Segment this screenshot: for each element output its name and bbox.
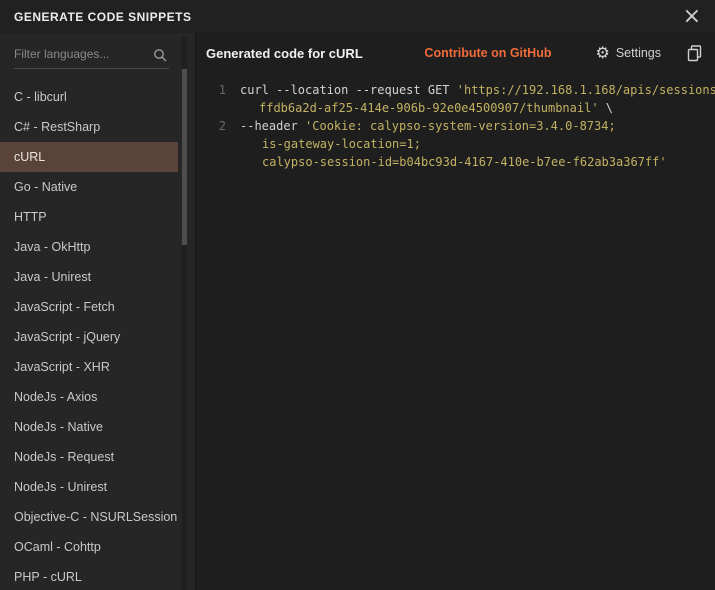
sidebar-item-nodejs-request[interactable]: NodeJs - Request [0,442,178,472]
generated-code-title: Generated code for cURL [206,46,363,61]
code-line: --header 'Cookie: calypso-system-version… [226,117,616,135]
code-segment-string: 'Cookie: calypso-system-version=3.4.0-87… [305,119,616,133]
copy-icon[interactable] [687,45,703,62]
code-panel: Generated code for cURL Contribute on Gi… [196,33,715,590]
settings-button[interactable]: ⚙ Settings [595,45,661,61]
gear-icon: ⚙ [595,45,609,61]
code-segment-plain: --header [240,119,305,133]
code-segment-string: is-gateway-location=1; [262,137,421,151]
generate-code-snippets-dialog: GENERATE CODE SNIPPETS × C - libcurlC# -… [0,0,715,590]
line-number [204,135,226,153]
code-snippet: 1curl --location --request GET 'https://… [196,73,715,590]
sidebar-item-nodejs-unirest[interactable]: NodeJs - Unirest [0,472,178,502]
code-line: ffdb6a2d-af25-414e-906b-92e0e4500907/thu… [226,99,613,117]
dialog-title: GENERATE CODE SNIPPETS [14,10,191,24]
line-number: 1 [204,81,226,99]
code-line: calypso-session-id=b04bc93d-4167-410e-b7… [226,153,667,171]
line-number [204,153,226,171]
sidebar-item-java-okhttp[interactable]: Java - OkHttp [0,232,178,262]
sidebar-item-c-restsharp[interactable]: C# - RestSharp [0,112,178,142]
settings-label: Settings [616,46,661,60]
dialog-titlebar: GENERATE CODE SNIPPETS × [0,0,715,33]
sidebar-item-javascript-fetch[interactable]: JavaScript - Fetch [0,292,178,322]
code-segment-plain: curl --location --request GET [240,83,457,97]
code-segment-plain: \ [599,101,613,115]
sidebar-item-c-libcurl[interactable]: C - libcurl [0,82,178,112]
sidebar-item-ocaml-cohttp[interactable]: OCaml - Cohttp [0,532,178,562]
code-line: curl --location --request GET 'https://1… [226,81,715,99]
sidebar-item-curl[interactable]: cURL [0,142,178,172]
sidebar-item-go-native[interactable]: Go - Native [0,172,178,202]
close-icon[interactable]: × [683,7,701,27]
code-row: ffdb6a2d-af25-414e-906b-92e0e4500907/thu… [204,99,705,117]
line-number: 2 [204,117,226,135]
search-icon [153,48,167,62]
sidebar-item-php-curl[interactable]: PHP - cURL [0,562,178,590]
language-list: C - libcurlC# - RestSharpcURLGo - Native… [0,82,178,590]
sidebar-item-objective-c-nsurlsession[interactable]: Objective-C - NSURLSession [0,502,178,532]
code-segment-string: 'https://192.168.1.168/apis/sessions/ [457,83,715,97]
code-panel-header: Generated code for cURL Contribute on Gi… [196,33,715,73]
dialog-body: C - libcurlC# - RestSharpcURLGo - Native… [0,33,715,590]
code-row: calypso-session-id=b04bc93d-4167-410e-b7… [204,153,705,171]
code-line: is-gateway-location=1; [226,135,421,153]
sidebar-scrollbar[interactable] [182,37,187,590]
sidebar-item-javascript-jquery[interactable]: JavaScript - jQuery [0,322,178,352]
sidebar-scrollbar-thumb[interactable] [182,69,187,245]
sidebar-item-java-unirest[interactable]: Java - Unirest [0,262,178,292]
filter-languages-input[interactable] [14,43,169,69]
sidebar-item-nodejs-axios[interactable]: NodeJs - Axios [0,382,178,412]
code-segment-string: calypso-session-id=b04bc93d-4167-410e-b7… [262,155,667,169]
language-sidebar: C - libcurlC# - RestSharpcURLGo - Native… [0,33,196,590]
contribute-on-github-link[interactable]: Contribute on GitHub [424,46,551,60]
sidebar-item-http[interactable]: HTTP [0,202,178,232]
code-row: 2--header 'Cookie: calypso-system-versio… [204,117,705,135]
sidebar-item-nodejs-native[interactable]: NodeJs - Native [0,412,178,442]
code-segment-string: ffdb6a2d-af25-414e-906b-92e0e4500907/thu… [259,101,599,115]
code-row: 1curl --location --request GET 'https://… [204,81,705,99]
line-number [204,99,226,117]
filter-container [0,33,195,73]
sidebar-item-javascript-xhr[interactable]: JavaScript - XHR [0,352,178,382]
code-row: is-gateway-location=1; [204,135,705,153]
